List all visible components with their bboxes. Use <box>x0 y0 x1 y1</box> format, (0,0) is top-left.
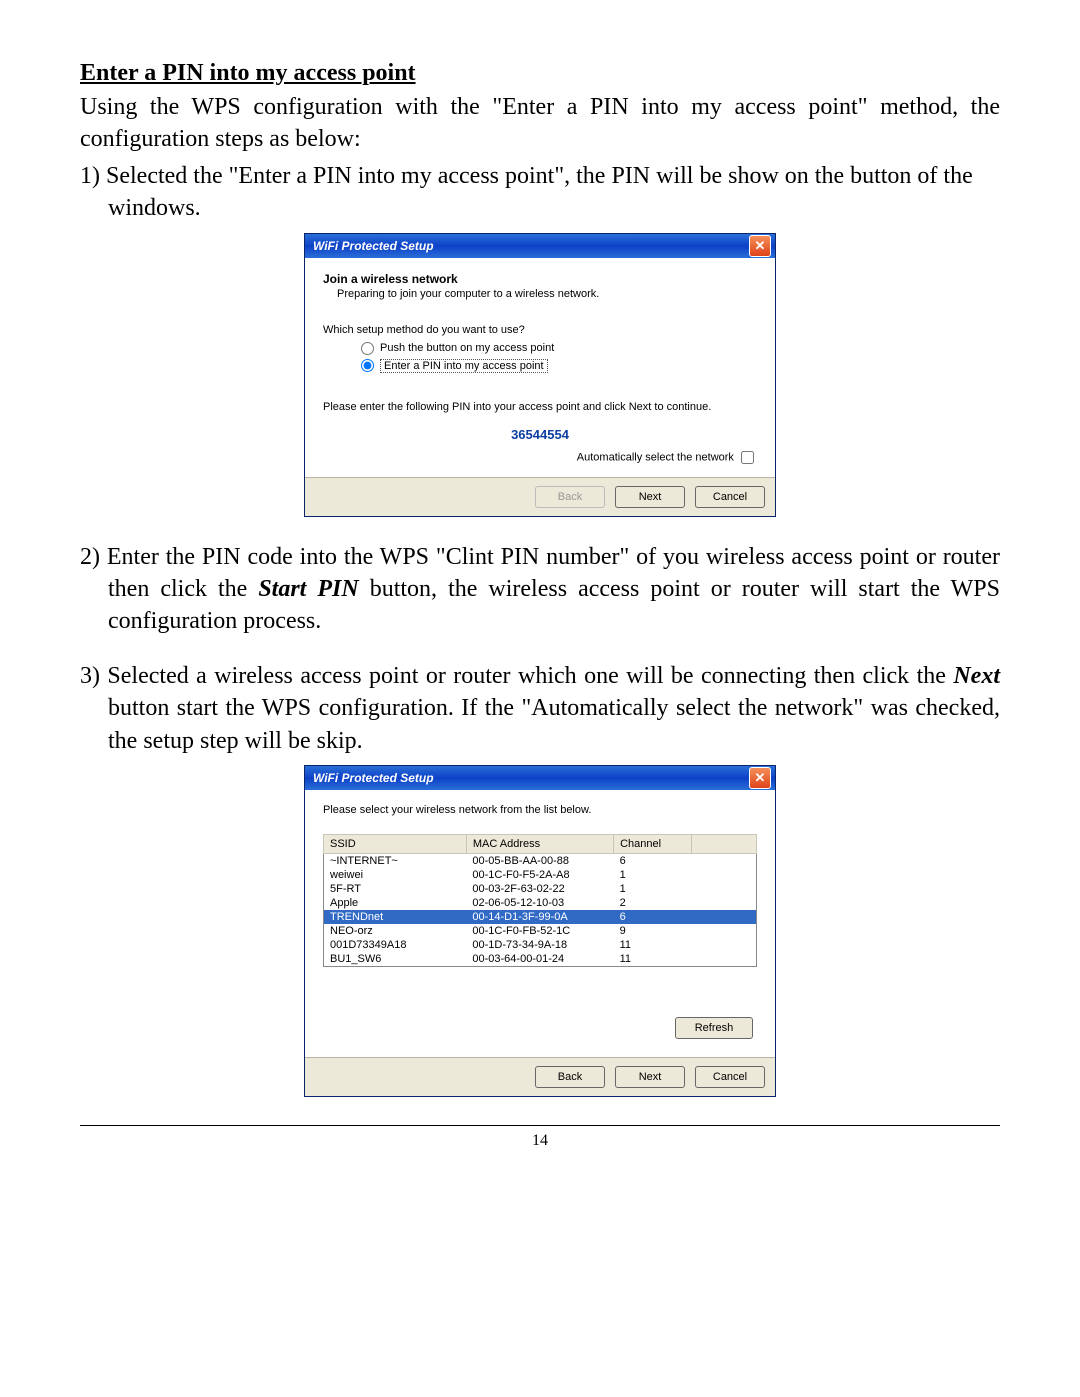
dialog-title: WiFi Protected Setup <box>313 771 434 785</box>
next-button[interactable]: Next <box>615 1066 685 1088</box>
network-table: SSID MAC Address Channel ~INTERNET~00-05… <box>323 834 757 967</box>
cancel-button[interactable]: Cancel <box>695 1066 765 1088</box>
step-2-text: 2) Enter the PIN code into the WPS "Clin… <box>108 541 1000 638</box>
col-spacer <box>692 834 757 853</box>
table-row[interactable]: Apple02-06-05-12-10-032 <box>324 896 757 910</box>
back-button: Back <box>535 486 605 508</box>
dialog-subheading: Preparing to join your computer to a wir… <box>337 288 757 300</box>
table-row[interactable]: NEO-orz00-1C-F0-FB-52-1C9 <box>324 924 757 938</box>
dialog-title: WiFi Protected Setup <box>313 239 434 253</box>
setup-question: Which setup method do you want to use? <box>323 324 757 336</box>
table-row[interactable]: weiwei00-1C-F0-F5-2A-A81 <box>324 868 757 882</box>
col-mac[interactable]: MAC Address <box>466 834 613 853</box>
radio-push-input[interactable] <box>361 342 374 355</box>
table-row[interactable]: TRENDnet00-14-D1-3F-99-0A6 <box>324 910 757 924</box>
list-instruction: Please select your wireless network from… <box>323 804 757 816</box>
table-row[interactable]: BU1_SW600-03-64-00-01-2411 <box>324 952 757 967</box>
step-1-text: 1) Selected the "Enter a PIN into my acc… <box>108 160 1000 225</box>
intro-text: Using the WPS configuration with the "En… <box>80 91 1000 156</box>
close-icon[interactable]: ✕ <box>749 767 771 789</box>
auto-select-checkbox[interactable] <box>741 451 754 464</box>
titlebar: WiFi Protected Setup ✕ <box>305 234 775 258</box>
auto-select-label: Automatically select the network <box>577 451 734 463</box>
pin-display: 36544554 <box>323 427 757 442</box>
radio-push-button[interactable]: Push the button on my access point <box>361 342 757 355</box>
dialog-heading: Join a wireless network <box>323 272 757 286</box>
page-number: 14 <box>80 1125 1000 1150</box>
back-button[interactable]: Back <box>535 1066 605 1088</box>
pin-instruction: Please enter the following PIN into your… <box>323 401 757 413</box>
table-row[interactable]: ~INTERNET~00-05-BB-AA-00-886 <box>324 853 757 868</box>
wps-dialog-2: WiFi Protected Setup ✕ Please select you… <box>304 765 776 1097</box>
radio-enter-pin[interactable]: Enter a PIN into my access point <box>361 359 757 373</box>
refresh-button[interactable]: Refresh <box>675 1017 753 1039</box>
cancel-button[interactable]: Cancel <box>695 486 765 508</box>
wps-dialog-1: WiFi Protected Setup ✕ Join a wireless n… <box>304 233 776 517</box>
radio-pin-input[interactable] <box>361 359 374 372</box>
section-title: Enter a PIN into my access point <box>80 60 1000 87</box>
col-channel[interactable]: Channel <box>614 834 692 853</box>
table-row[interactable]: 5F-RT00-03-2F-63-02-221 <box>324 882 757 896</box>
step-3-text: 3) Selected a wireless access point or r… <box>108 660 1000 757</box>
next-button[interactable]: Next <box>615 486 685 508</box>
radio-pin-label: Enter a PIN into my access point <box>380 359 548 373</box>
table-row[interactable]: 001D73349A1800-1D-73-34-9A-1811 <box>324 938 757 952</box>
close-icon[interactable]: ✕ <box>749 235 771 257</box>
col-ssid[interactable]: SSID <box>324 834 467 853</box>
radio-push-label: Push the button on my access point <box>380 342 554 354</box>
titlebar: WiFi Protected Setup ✕ <box>305 766 775 790</box>
